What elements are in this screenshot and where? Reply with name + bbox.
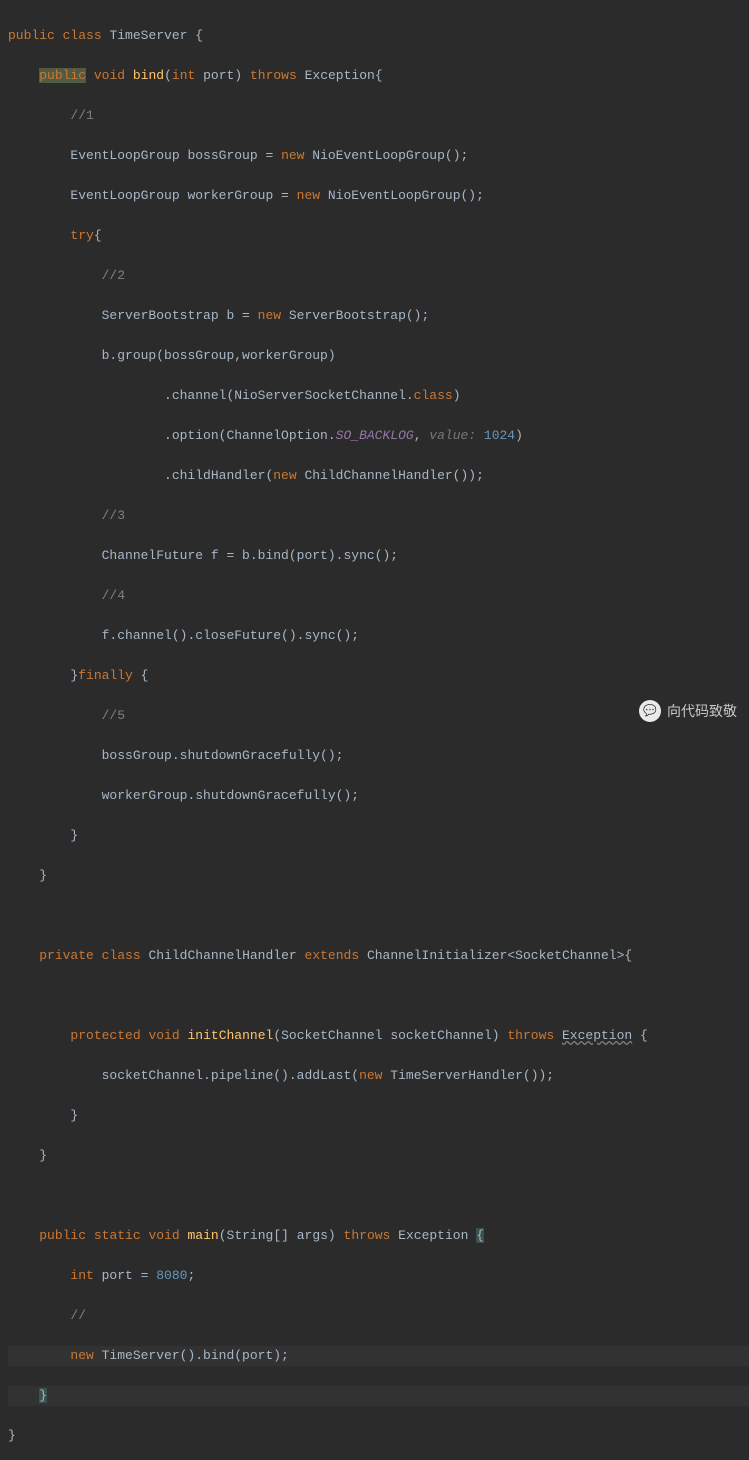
- code-line-current: new TimeServer().bind(port);: [8, 1346, 749, 1366]
- code-line: //4: [8, 586, 749, 606]
- code-line: }: [8, 1386, 749, 1406]
- code-line: //3: [8, 506, 749, 526]
- code-line: private class ChildChannelHandler extend…: [8, 946, 749, 966]
- code-line: b.group(bossGroup,workerGroup): [8, 346, 749, 366]
- code-line: .channel(NioServerSocketChannel.class): [8, 386, 749, 406]
- code-line: }: [8, 826, 749, 846]
- code-line: [8, 1186, 749, 1206]
- code-line: //: [8, 1306, 749, 1326]
- code-line: bossGroup.shutdownGracefully();: [8, 746, 749, 766]
- code-line: }: [8, 1426, 749, 1446]
- code-line: }: [8, 1146, 749, 1166]
- watermark: 💬 向代码致敬: [639, 700, 737, 722]
- code-line: EventLoopGroup bossGroup = new NioEventL…: [8, 146, 749, 166]
- code-line: protected void initChannel(SocketChannel…: [8, 1026, 749, 1046]
- code-line: .option(ChannelOption.SO_BACKLOG, value:…: [8, 426, 749, 446]
- code-line: workerGroup.shutdownGracefully();: [8, 786, 749, 806]
- code-line: f.channel().closeFuture().sync();: [8, 626, 749, 646]
- code-line: public class TimeServer {: [8, 26, 749, 46]
- code-line: //5: [8, 706, 749, 726]
- code-line: ServerBootstrap b = new ServerBootstrap(…: [8, 306, 749, 326]
- code-editor[interactable]: public class TimeServer { public void bi…: [0, 0, 749, 1460]
- code-line: socketChannel.pipeline().addLast(new Tim…: [8, 1066, 749, 1086]
- code-line: int port = 8080;: [8, 1266, 749, 1286]
- watermark-text: 向代码致敬: [667, 701, 737, 721]
- code-line: public static void main(String[] args) t…: [8, 1226, 749, 1246]
- code-line: [8, 906, 749, 926]
- code-line: }finally {: [8, 666, 749, 686]
- code-line: try{: [8, 226, 749, 246]
- code-line: //2: [8, 266, 749, 286]
- code-line: ChannelFuture f = b.bind(port).sync();: [8, 546, 749, 566]
- code-line: //1: [8, 106, 749, 126]
- wechat-icon: 💬: [639, 700, 661, 722]
- code-line: .childHandler(new ChildChannelHandler())…: [8, 466, 749, 486]
- code-line: }: [8, 866, 749, 886]
- code-line: }: [8, 1106, 749, 1126]
- code-line: public void bind(int port) throws Except…: [8, 66, 749, 86]
- code-line: EventLoopGroup workerGroup = new NioEven…: [8, 186, 749, 206]
- code-line: [8, 986, 749, 1006]
